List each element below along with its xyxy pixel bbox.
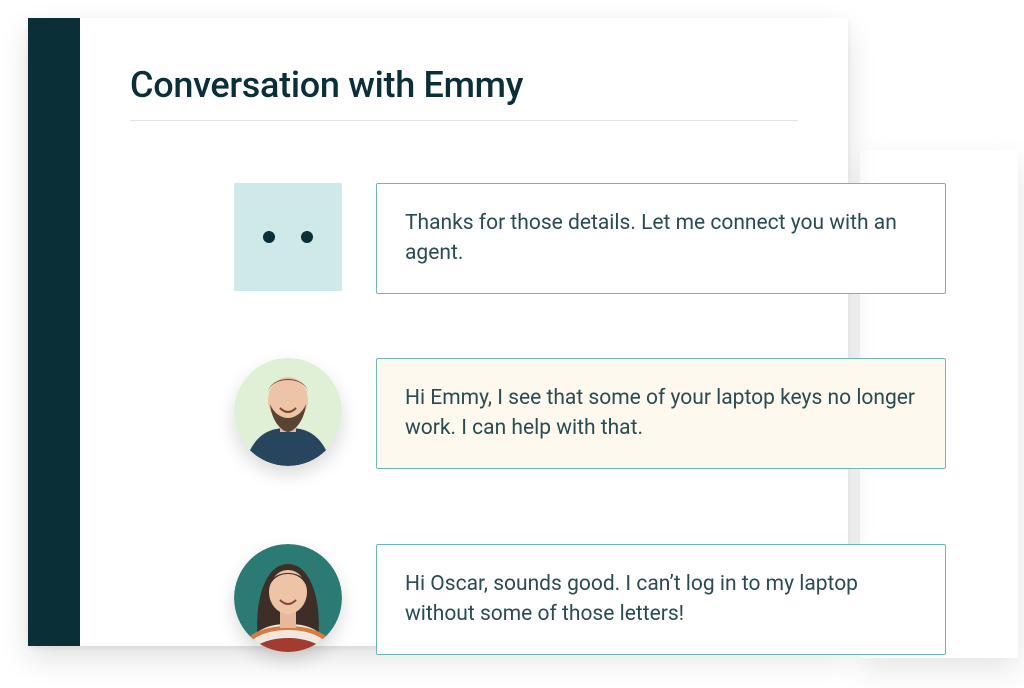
bot-eye-dot-icon [301,231,313,243]
page-title: Conversation with Emmy [130,64,798,121]
message-text: Thanks for those details. Let me connect… [405,211,897,265]
message-row: Thanks for those details. Let me connect… [234,183,946,294]
message-bubble: Hi Oscar, sounds good. I can’t log in to… [376,544,946,655]
agent-avatar [234,358,342,466]
customer-avatar [234,544,342,652]
message-text: Hi Oscar, sounds good. I can’t log in to… [405,572,858,626]
message-bubble: Hi Emmy, I see that some of your laptop … [376,358,946,469]
message-bubble: Thanks for those details. Let me connect… [376,183,946,294]
message-text: Hi Emmy, I see that some of your laptop … [405,386,915,440]
bot-eye-dot-icon [263,231,275,243]
avatar [234,544,342,652]
bot-avatar-icon [234,183,342,291]
avatar [234,358,342,466]
sidebar-strip [28,18,80,646]
message-row: Hi Oscar, sounds good. I can’t log in to… [234,544,946,655]
message-row: Hi Emmy, I see that some of your laptop … [234,358,946,469]
avatar [234,183,342,291]
